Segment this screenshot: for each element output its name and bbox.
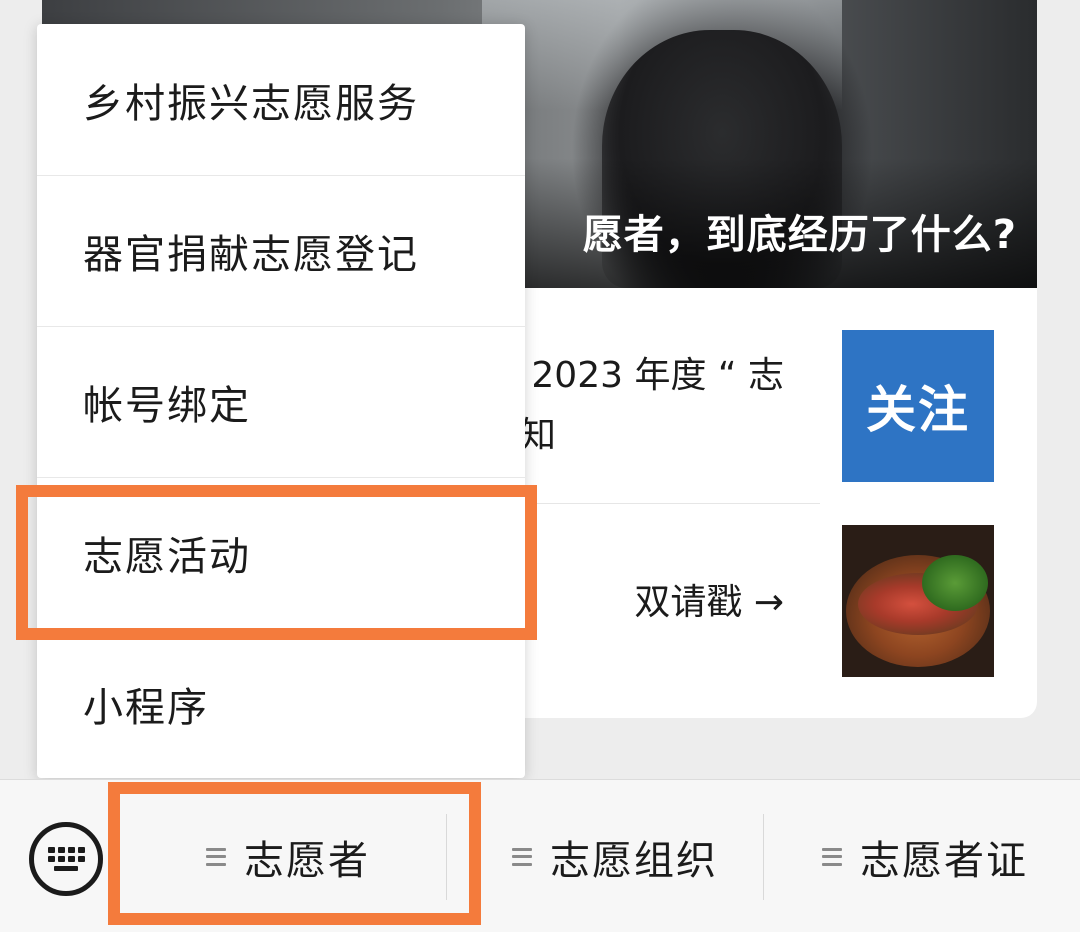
menu-lines-icon xyxy=(822,847,842,866)
tab-divider xyxy=(763,814,764,900)
tab-label: 志愿者证 xyxy=(860,837,1028,884)
menu-item-volunteer-activities[interactable]: 志愿活动 xyxy=(37,477,525,628)
tab-label: 志愿组织 xyxy=(550,837,718,884)
keyboard-spacebar xyxy=(54,866,78,871)
tab-volunteer-certificate[interactable]: 志愿者证 xyxy=(780,780,1070,932)
popup-menu: 乡村振兴志愿服务 器官捐献志愿登记 帐号绑定 志愿活动 小程序 xyxy=(37,24,525,778)
keyboard-keys xyxy=(47,847,85,862)
food-thumbnail[interactable] xyxy=(842,525,994,677)
bottom-menu-bar: 志愿者 志愿组织 志愿者证 xyxy=(0,779,1080,932)
tab-label: 志愿者 xyxy=(244,837,370,884)
menu-item-mini-program[interactable]: 小程序 xyxy=(37,628,525,779)
follow-thumbnail[interactable]: 关注 xyxy=(842,330,994,482)
tab-divider xyxy=(446,814,447,900)
menu-lines-icon xyxy=(206,847,226,866)
menu-item-account-binding[interactable]: 帐号绑定 xyxy=(37,326,525,477)
menu-lines-icon xyxy=(512,847,532,866)
menu-item-organ-donation[interactable]: 器官捐献志愿登记 xyxy=(37,175,525,326)
keyboard-icon[interactable] xyxy=(29,822,103,896)
menu-item-rural-revitalization[interactable]: 乡村振兴志愿服务 xyxy=(37,24,525,175)
pot-greens-image xyxy=(922,555,988,611)
tab-volunteer[interactable]: 志愿者 xyxy=(130,780,446,932)
tab-volunteer-organization[interactable]: 志愿组织 xyxy=(470,780,760,932)
